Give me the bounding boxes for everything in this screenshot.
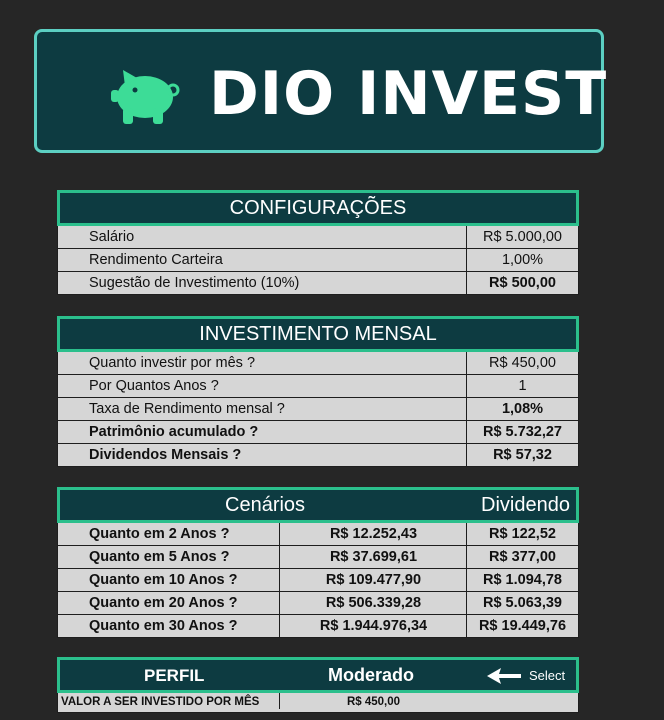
row-label: Quanto em 10 Anos ? — [89, 572, 238, 588]
row-dividend: R$ 1.094,78 — [466, 569, 578, 591]
row-value: R$ 500,00 — [466, 272, 578, 294]
dividendo-header: Dividendo — [481, 494, 570, 516]
cenarios-title: Cenários — [225, 494, 306, 516]
app-title: DIO INVEST — [209, 59, 608, 129]
piggy-bank-icon — [111, 70, 180, 124]
row-label: Por Quantos Anos ? — [89, 378, 219, 394]
row-label: Rendimento Carteira — [89, 252, 223, 268]
cenarios-panel: Cenários Dividendo Quanto em 2 Anos ? R$… — [57, 487, 579, 638]
cenario-row-20: Quanto em 20 Anos ? R$ 506.339,28 R$ 5.0… — [57, 592, 579, 615]
row-label: Quanto investir por mês ? — [89, 355, 256, 371]
config-panel: CONFIGURAÇÕES Salário R$ 5.000,00 Rendim… — [57, 190, 579, 295]
row-label: Quanto em 20 Anos ? — [89, 595, 238, 611]
row-value: R$ 5.732,27 — [466, 421, 578, 443]
perfil-label: PERFIL — [144, 666, 205, 685]
row-value[interactable]: 1,00% — [466, 249, 578, 271]
row-value[interactable]: 1 — [466, 375, 578, 397]
row-label: Quanto em 5 Anos ? — [89, 549, 230, 565]
perfil-select[interactable]: Moderado — [328, 665, 414, 686]
cenario-row-30: Quanto em 30 Anos ? R$ 1.944.976,34 R$ 1… — [57, 615, 579, 638]
cenarios-header: Cenários Dividendo — [57, 487, 579, 523]
config-header: CONFIGURAÇÕES — [57, 190, 579, 226]
row-label: Salário — [89, 229, 135, 245]
row-label: Sugestão de Investimento (10%) — [89, 275, 300, 291]
row-total: R$ 506.339,28 — [279, 592, 467, 614]
perfil-header: PERFIL Moderado Select — [57, 657, 579, 693]
perfil-panel: PERFIL Moderado Select VALOR A SER INVES… — [57, 657, 579, 713]
valor-investido-row: VALOR A SER INVESTIDO POR MÊS R$ 450,00 — [57, 693, 579, 713]
arrow-left-icon — [487, 668, 521, 684]
mensal-row-taxa: Taxa de Rendimento mensal ? 1,08% — [57, 398, 579, 421]
row-value[interactable]: R$ 450,00 — [466, 352, 578, 374]
mensal-row-patrimonio: Patrimônio acumulado ? R$ 5.732,27 — [57, 421, 579, 444]
row-value: 1,08% — [466, 398, 578, 420]
row-value: R$ 57,32 — [466, 444, 578, 466]
row-label: VALOR A SER INVESTIDO POR MÊS — [61, 696, 260, 708]
row-label: Patrimônio acumulado ? — [89, 424, 259, 440]
cenario-row-5: Quanto em 5 Anos ? R$ 37.699,61 R$ 377,0… — [57, 546, 579, 569]
row-label: Quanto em 30 Anos ? — [89, 618, 238, 634]
row-dividend: R$ 5.063,39 — [466, 592, 578, 614]
config-row-rendimento: Rendimento Carteira 1,00% — [57, 249, 579, 272]
config-title: CONFIGURAÇÕES — [229, 197, 407, 219]
cenario-row-10: Quanto em 10 Anos ? R$ 109.477,90 R$ 1.0… — [57, 569, 579, 592]
mensal-row-anos: Por Quantos Anos ? 1 — [57, 375, 579, 398]
mensal-header: INVESTIMENTO MENSAL — [57, 316, 579, 352]
row-total: R$ 1.944.976,34 — [279, 615, 467, 637]
row-dividend: R$ 19.449,76 — [466, 615, 578, 637]
row-dividend: R$ 377,00 — [466, 546, 578, 568]
row-label: Quanto em 2 Anos ? — [89, 526, 230, 542]
row-total: R$ 12.252,43 — [279, 523, 467, 545]
row-total: R$ 37.699,61 — [279, 546, 467, 568]
brand-banner: DIO INVEST — [34, 29, 608, 153]
cenario-row-2: Quanto em 2 Anos ? R$ 12.252,43 R$ 122,5… — [57, 523, 579, 546]
mensal-row-dividendos: Dividendos Mensais ? R$ 57,32 — [57, 444, 579, 467]
row-label: Dividendos Mensais ? — [89, 447, 242, 463]
row-dividend: R$ 122,52 — [466, 523, 578, 545]
mensal-title: INVESTIMENTO MENSAL — [199, 323, 437, 345]
config-row-sugestao: Sugestão de Investimento (10%) R$ 500,00 — [57, 272, 579, 295]
row-value[interactable]: R$ 5.000,00 — [466, 226, 578, 248]
mensal-row-quanto: Quanto investir por mês ? R$ 450,00 — [57, 352, 579, 375]
row-value: R$ 450,00 — [279, 693, 467, 709]
row-total: R$ 109.477,90 — [279, 569, 467, 591]
mensal-panel: INVESTIMENTO MENSAL Quanto investir por … — [57, 316, 579, 467]
select-hint: Select — [529, 668, 566, 683]
config-row-salario: Salário R$ 5.000,00 — [57, 226, 579, 249]
row-label: Taxa de Rendimento mensal ? — [89, 401, 285, 417]
